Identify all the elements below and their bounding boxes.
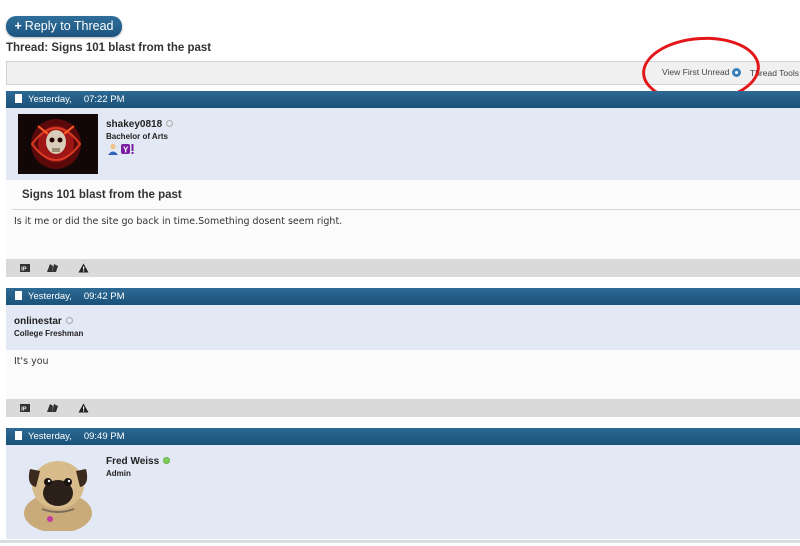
document-icon [15,430,22,440]
post-footer: IP [6,399,800,417]
svg-text:IP: IP [21,407,27,413]
reply-to-thread-button[interactable]: + Reply to Thread [6,16,122,37]
post-body: It's you [6,350,800,399]
post-header: Yesterday, 07:22 PM [6,91,800,108]
post-time: 07:22 PM [83,94,125,105]
post-date: Yesterday, [28,431,72,442]
post-body: Signs 101 blast from the past Is it me o… [6,180,800,259]
offline-status-icon [166,119,174,127]
ip-icon[interactable]: IP [20,263,30,273]
user-rank: Admin [106,469,131,478]
reputation-icon[interactable] [46,403,59,413]
reply-to-thread-label: Reply to Thread [24,19,114,33]
online-status-icon [163,456,171,464]
user-info: shakey0818 Bachelor of Arts Y [6,108,800,180]
document-icon [15,93,22,103]
svg-text:IP: IP [21,267,27,273]
reputation-icon[interactable] [46,263,59,273]
username[interactable]: onlinestar [14,316,73,327]
plus-icon: + [14,19,22,33]
user-rank: College Freshman [14,329,84,338]
report-icon[interactable] [78,263,89,273]
user-info: Fred Weiss Admin [6,445,800,539]
post-subject: Signs 101 blast from the past [22,189,182,201]
user-info: onlinestar College Freshman [6,305,800,350]
post-date: Yesterday, [28,291,72,302]
report-icon[interactable] [78,403,89,413]
username[interactable]: shakey0818 [106,119,174,130]
username-text: shakey0818 [106,119,163,130]
post-1: Yesterday, 07:22 PM shakey0818 Bachelor o… [6,91,800,277]
document-icon [15,290,22,300]
post-header: Yesterday, 09:49 PM [6,428,800,445]
username[interactable]: Fred Weiss [106,456,171,467]
post-date: Yesterday, [28,94,72,105]
avatar[interactable] [18,451,98,531]
username-text: onlinestar [14,316,62,327]
svg-text:Y: Y [123,146,129,155]
post-3: Yesterday, 09:49 PM Fred Weiss Admin [6,428,800,539]
yahoo-messenger-icon[interactable]: Y [121,144,135,154]
post-footer: IP [6,259,800,277]
ip-icon[interactable]: IP [20,403,30,413]
subject-divider [12,209,800,210]
post-header: Yesterday, 09:42 PM [6,288,800,305]
offline-status-icon [65,316,73,324]
page-bottom-divider [0,540,800,543]
username-text: Fred Weiss [106,456,160,467]
post-message: Is it me or did the site go back in time… [14,216,343,227]
user-rank: Bachelor of Arts [106,132,168,141]
post-message: It's you [14,356,49,367]
post-time: 09:42 PM [83,291,125,302]
avatar[interactable] [18,114,98,174]
post-time: 09:49 PM [83,431,125,442]
thread-title: Thread: Signs 101 blast from the past [6,42,212,54]
user-profile-icon[interactable] [107,143,119,155]
post-2: Yesterday, 09:42 PM onlinestar College Fr… [6,288,800,417]
